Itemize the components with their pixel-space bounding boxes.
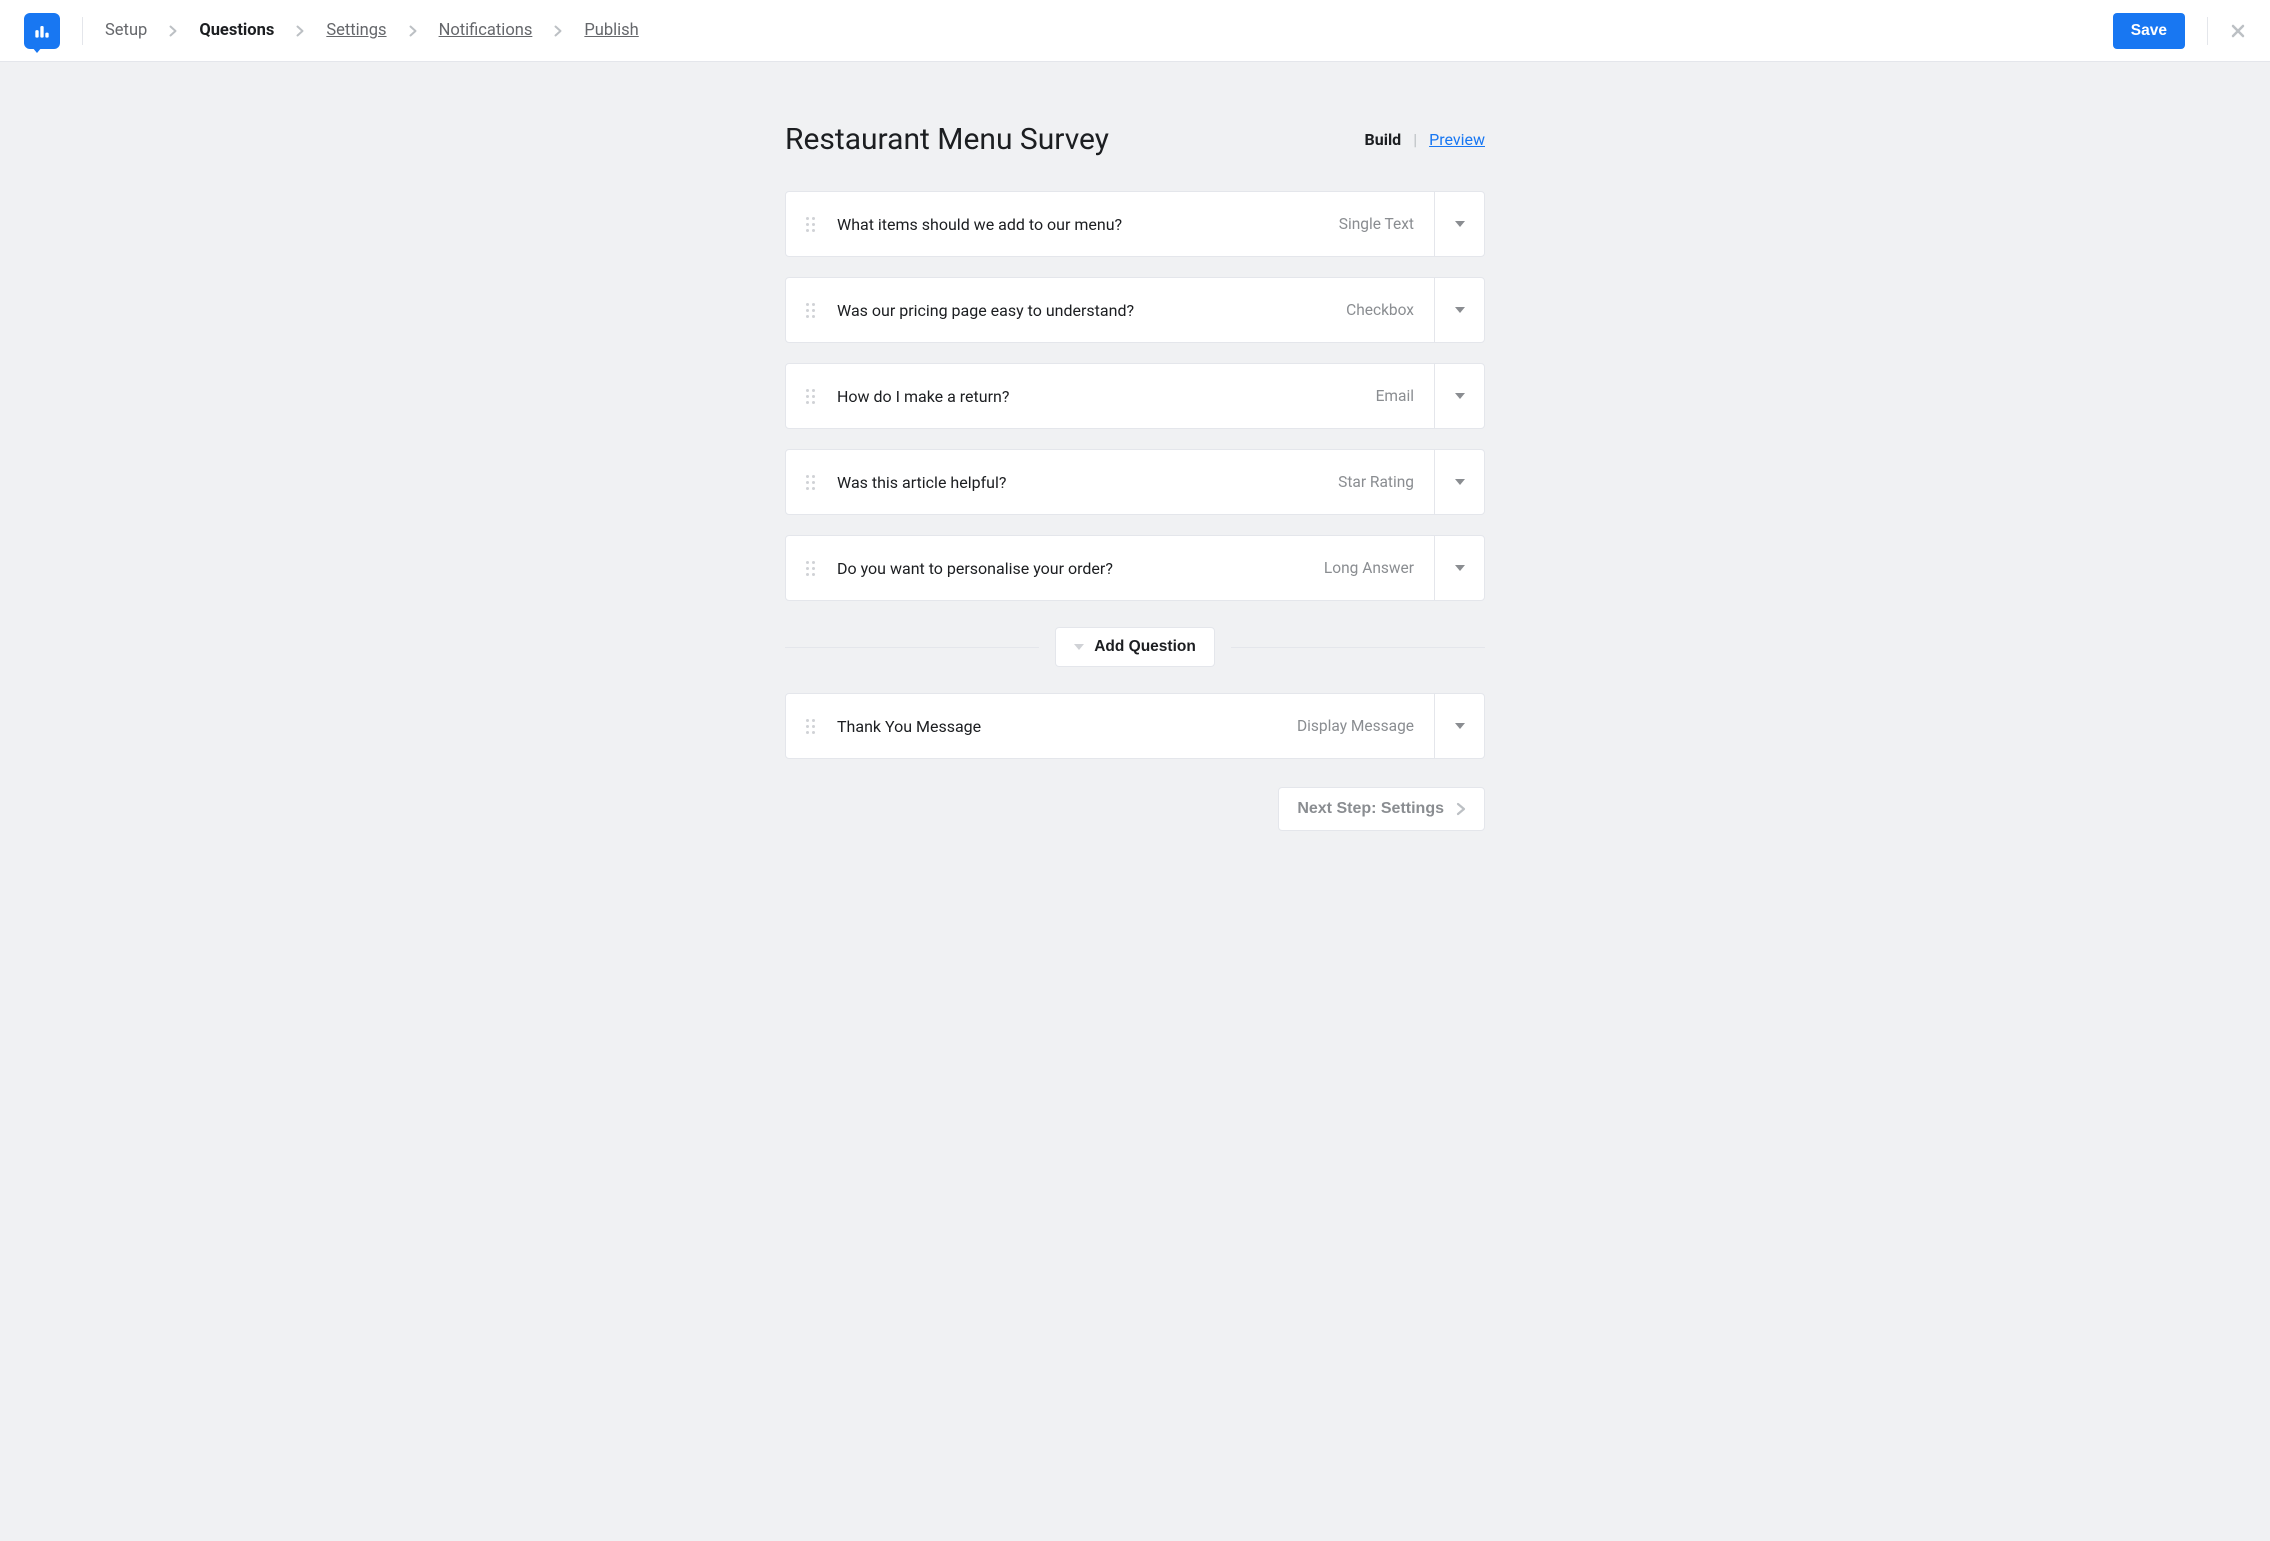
footer-questions-list: Thank You MessageDisplay Message [785, 693, 1485, 759]
footer-question-type: Display Message [1297, 717, 1414, 735]
chevron-right-icon [296, 25, 304, 37]
view-toggle-divider: | [1413, 130, 1417, 149]
view-toggle: Build | Preview [1365, 130, 1485, 149]
questions-list: What items should we add to our menu?Sin… [785, 191, 1485, 601]
breadcrumb-questions[interactable]: Questions [199, 21, 274, 40]
page-title: Restaurant Menu Survey [785, 122, 1109, 157]
next-step-row: Next Step: Settings [785, 787, 1485, 831]
drag-handle-icon[interactable] [806, 561, 815, 576]
app-logo[interactable] [24, 13, 60, 49]
breadcrumbs: Setup Questions Settings Notifications Publi… [105, 21, 2113, 40]
chevron-down-icon [1455, 307, 1465, 313]
chevron-right-icon [554, 25, 562, 37]
drag-handle-icon[interactable] [806, 475, 815, 490]
close-icon [2230, 23, 2246, 39]
chevron-right-icon [1456, 802, 1466, 816]
question-card: How do I make a return?Email [785, 363, 1485, 429]
question-card: What items should we add to our menu?Sin… [785, 191, 1485, 257]
add-question-label: Add Question [1094, 638, 1196, 656]
footer-question-card: Thank You MessageDisplay Message [785, 693, 1485, 759]
question-text: Was this article helpful? [837, 473, 1338, 492]
question-main[interactable]: Was this article helpful?Star Rating [786, 450, 1434, 514]
chevron-down-icon [1455, 479, 1465, 485]
chevron-down-icon [1455, 723, 1465, 729]
chevron-right-icon [169, 25, 177, 37]
question-type: Single Text [1339, 215, 1414, 233]
question-card: Was this article helpful?Star Rating [785, 449, 1485, 515]
breadcrumb-publish[interactable]: Publish [584, 21, 638, 40]
divider-line-right [1231, 647, 1485, 648]
chevron-down-icon [1455, 393, 1465, 399]
breadcrumb-notifications[interactable]: Notifications [439, 21, 533, 40]
question-type: Email [1376, 387, 1414, 405]
close-button[interactable] [2230, 23, 2246, 39]
question-text: Do you want to personalise your order? [837, 559, 1324, 578]
chevron-right-icon [409, 25, 417, 37]
question-type: Star Rating [1338, 473, 1414, 491]
question-main[interactable]: How do I make a return?Email [786, 364, 1434, 428]
expand-button[interactable] [1434, 694, 1484, 758]
build-tab[interactable]: Build [1365, 130, 1402, 149]
question-card: Do you want to personalise your order?Lo… [785, 535, 1485, 601]
next-step-label: Next Step: Settings [1297, 800, 1444, 818]
add-question-row: Add Question [785, 627, 1485, 667]
drag-handle-icon[interactable] [806, 719, 815, 734]
expand-button[interactable] [1434, 536, 1484, 600]
breadcrumb-setup[interactable]: Setup [105, 21, 147, 40]
drag-handle-icon[interactable] [806, 217, 815, 232]
question-main[interactable]: Was our pricing page easy to understand?… [786, 278, 1434, 342]
save-button[interactable]: Save [2113, 13, 2185, 49]
bar-chart-icon [32, 21, 52, 41]
expand-button[interactable] [1434, 450, 1484, 514]
header-divider-right [2207, 17, 2208, 45]
chevron-down-icon [1074, 644, 1084, 650]
question-text: How do I make a return? [837, 387, 1376, 406]
divider-line-left [785, 647, 1039, 648]
next-step-button[interactable]: Next Step: Settings [1278, 787, 1485, 831]
app-header: Setup Questions Settings Notifications Publi… [0, 0, 2270, 62]
expand-button[interactable] [1434, 364, 1484, 428]
drag-handle-icon[interactable] [806, 389, 815, 404]
footer-question-text: Thank You Message [837, 717, 1297, 736]
add-question-button[interactable]: Add Question [1055, 627, 1215, 667]
question-card: Was our pricing page easy to understand?… [785, 277, 1485, 343]
question-main[interactable]: Do you want to personalise your order?Lo… [786, 536, 1434, 600]
question-main[interactable]: What items should we add to our menu?Sin… [786, 192, 1434, 256]
preview-tab[interactable]: Preview [1429, 130, 1485, 149]
question-type: Checkbox [1346, 301, 1414, 319]
main-content: Restaurant Menu Survey Build | Preview W… [785, 62, 1485, 891]
expand-button[interactable] [1434, 192, 1484, 256]
breadcrumb-settings[interactable]: Settings [326, 21, 386, 40]
footer-question-main[interactable]: Thank You MessageDisplay Message [786, 694, 1434, 758]
header-actions: Save [2113, 13, 2246, 49]
chevron-down-icon [1455, 221, 1465, 227]
drag-handle-icon[interactable] [806, 303, 815, 318]
chevron-down-icon [1455, 565, 1465, 571]
question-text: What items should we add to our menu? [837, 215, 1339, 234]
question-type: Long Answer [1324, 559, 1414, 577]
expand-button[interactable] [1434, 278, 1484, 342]
question-text: Was our pricing page easy to understand? [837, 301, 1346, 320]
header-divider [82, 17, 83, 45]
title-row: Restaurant Menu Survey Build | Preview [785, 122, 1485, 157]
